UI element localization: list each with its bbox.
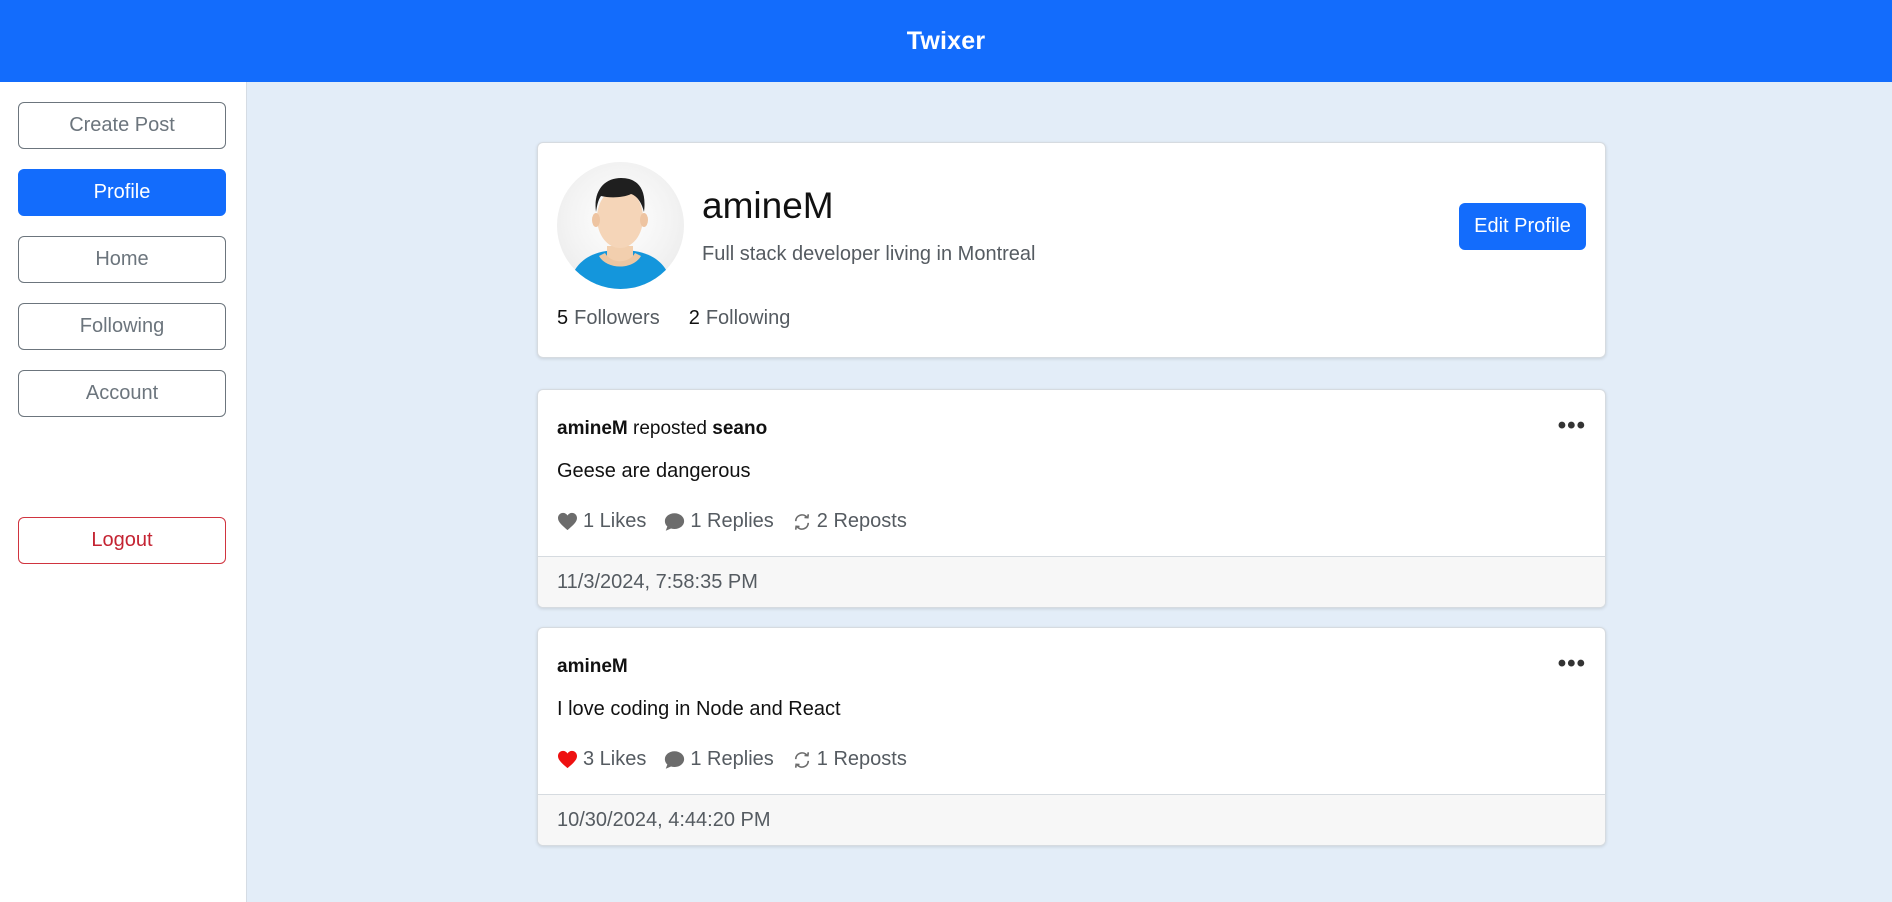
likes-count: 1 Likes: [583, 510, 647, 532]
sidebar-item-account[interactable]: Account: [18, 370, 226, 417]
repost-button[interactable]: 1 Reposts: [792, 748, 907, 771]
post-timestamp-footer: 10/30/2024, 4:44:20 PM: [538, 794, 1605, 845]
profile-username: amineM: [702, 185, 834, 226]
like-button[interactable]: 3 Likes: [557, 748, 646, 771]
following-label: Following: [705, 307, 791, 329]
post-card: amineM ••• I love coding in Node and Rea…: [537, 627, 1606, 846]
post-header: amineM reposted seano: [557, 418, 767, 440]
original-author[interactable]: seano: [712, 418, 767, 439]
chat-bubble-icon: [665, 750, 685, 769]
sidebar: Create Post Profile Home Following Accou…: [0, 82, 247, 902]
reply-button[interactable]: 1 Replies: [664, 748, 774, 771]
ellipsis-icon[interactable]: •••: [1558, 652, 1586, 676]
sidebar-item-home[interactable]: Home: [18, 236, 226, 283]
replies-count: 1 Replies: [690, 748, 774, 770]
heart-icon: [558, 512, 577, 531]
reposts-count: 1 Reposts: [816, 748, 907, 770]
post-header: amineM: [557, 656, 628, 678]
repost-button[interactable]: 2 Reposts: [792, 510, 907, 533]
ellipsis-icon[interactable]: •••: [1558, 414, 1586, 438]
like-button[interactable]: 1 Likes: [557, 510, 646, 533]
repost-arrows-icon: [794, 513, 809, 530]
sidebar-item-following[interactable]: Following: [18, 303, 226, 350]
followers-count: 5: [557, 307, 569, 329]
post-author[interactable]: amineM: [557, 418, 628, 439]
top-navbar: Twixer: [0, 0, 1892, 82]
post-actions: 3 Likes 1 Replies 1 Reposts: [557, 748, 907, 771]
profile-bio: Full stack developer living in Montreal: [702, 243, 1036, 265]
post-text: Geese are dangerous: [557, 460, 751, 482]
post-timestamp: 10/30/2024, 4:44:20 PM: [557, 808, 771, 831]
repost-arrows-icon: [794, 751, 809, 768]
following-link[interactable]: 2 Following: [689, 307, 791, 330]
post-author[interactable]: amineM: [557, 656, 628, 677]
app-title: Twixer: [906, 26, 986, 55]
post-text: I love coding in Node and React: [557, 698, 841, 720]
post-card: amineM reposted seano ••• Geese are dang…: [537, 389, 1606, 608]
chat-bubble-icon: [665, 512, 685, 531]
followers-link[interactable]: 5 Followers: [557, 307, 660, 330]
sidebar-item-profile[interactable]: Profile: [18, 169, 226, 216]
profile-card: amineM Full stack developer living in Mo…: [537, 142, 1606, 358]
main-content: amineM Full stack developer living in Mo…: [248, 82, 1892, 902]
reply-button[interactable]: 1 Replies: [664, 510, 774, 533]
repost-label: reposted: [633, 418, 707, 439]
post-timestamp-footer: 11/3/2024, 7:58:35 PM: [538, 556, 1605, 607]
followers-label: Followers: [574, 307, 660, 329]
sidebar-item-create-post[interactable]: Create Post: [18, 102, 226, 149]
reposts-count: 2 Reposts: [816, 510, 907, 532]
replies-count: 1 Replies: [690, 510, 774, 532]
logout-button[interactable]: Logout: [18, 517, 226, 564]
heart-icon: [558, 750, 577, 769]
avatar: [557, 162, 684, 289]
avatar-image: [571, 178, 670, 289]
following-count: 2: [688, 307, 700, 329]
post-timestamp: 11/3/2024, 7:58:35 PM: [557, 570, 758, 593]
post-actions: 1 Likes 1 Replies 2 Reposts: [557, 510, 907, 533]
follow-stats: 5 Followers 2 Following: [557, 307, 790, 330]
edit-profile-button[interactable]: Edit Profile: [1459, 203, 1586, 250]
likes-count: 3 Likes: [583, 748, 647, 770]
